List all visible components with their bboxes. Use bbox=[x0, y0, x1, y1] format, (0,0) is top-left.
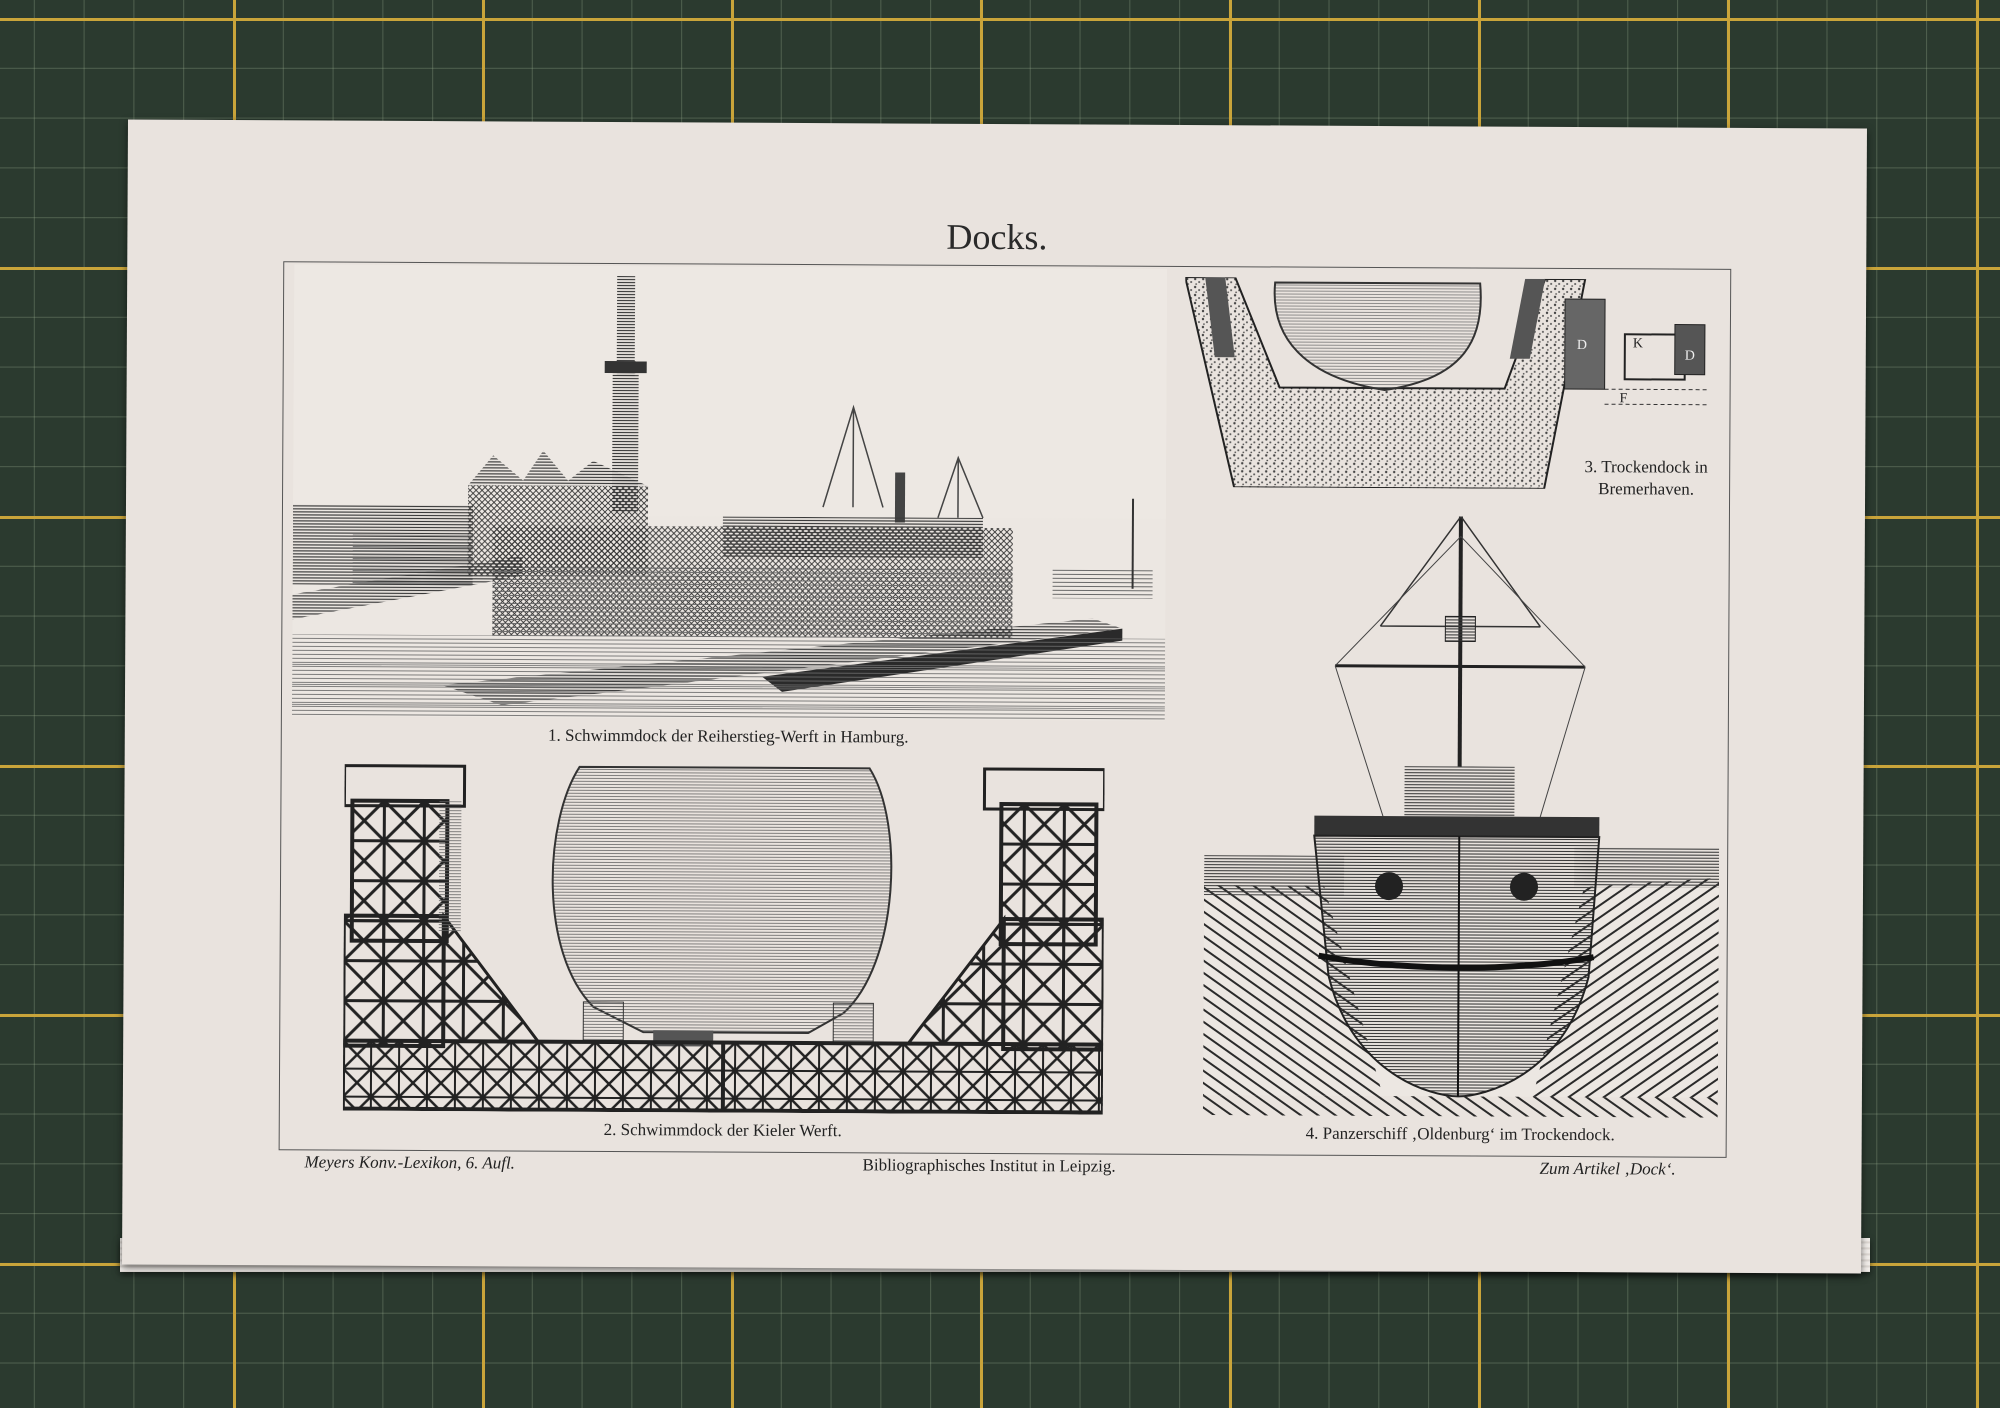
figure-4-engraving bbox=[1202, 515, 1721, 1118]
figure-3-caption-line2: Bremerhaven. bbox=[1598, 479, 1695, 499]
label-f: F bbox=[1620, 391, 1628, 406]
figure-4-caption: 4. Panzerschiff ‚Oldenburg‘ im Trockendo… bbox=[1305, 1123, 1615, 1145]
ship-hull-section bbox=[551, 765, 893, 1035]
label-d2: D bbox=[1685, 349, 1695, 364]
figure-2-engraving bbox=[342, 761, 1105, 1115]
footer-publisher: Bibliographisches Institut in Leipzig. bbox=[862, 1155, 1116, 1176]
print-sheet: Docks. 1. Schwimmdock der Reiherstieg-We… bbox=[122, 119, 1867, 1274]
page-title: Docks. bbox=[946, 216, 1048, 258]
figure-3-caption-line1: 3. Trockendock in bbox=[1584, 457, 1708, 477]
figure-1-engraving bbox=[291, 264, 1168, 721]
footer-publication: Meyers Konv.-Lexikon, 6. Aufl. bbox=[304, 1152, 516, 1173]
label-k: K bbox=[1633, 336, 1643, 351]
footer-article-ref: Zum Artikel ‚Dock‘. bbox=[1539, 1158, 1676, 1179]
figure-2-caption: 2. Schwimmdock der Kieler Werft. bbox=[603, 1119, 842, 1141]
label-d1: D bbox=[1577, 338, 1587, 353]
